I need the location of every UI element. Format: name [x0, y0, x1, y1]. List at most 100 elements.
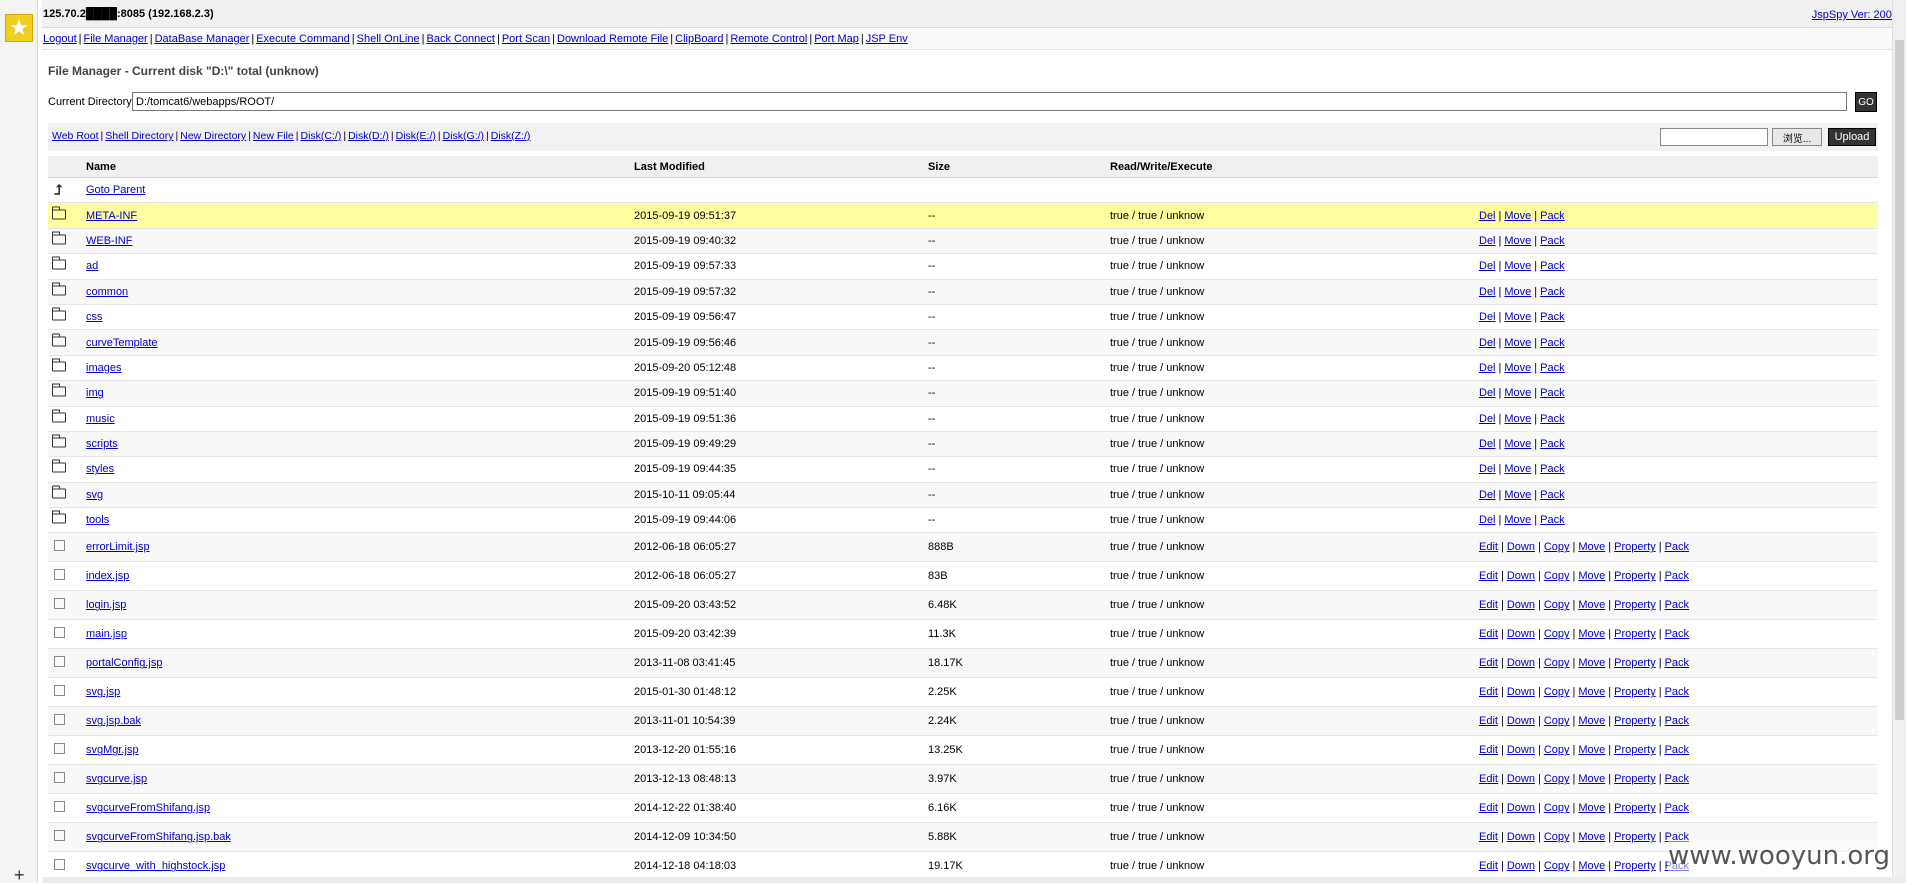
action-property-link[interactable]: Property: [1614, 657, 1656, 669]
file-checkbox[interactable]: [52, 714, 68, 728]
quick-link[interactable]: Disk(Z:/): [491, 130, 531, 142]
action-del-link[interactable]: Del: [1479, 311, 1496, 323]
action-down-link[interactable]: Down: [1507, 860, 1535, 872]
action-edit-link[interactable]: Edit: [1479, 860, 1498, 872]
action-pack-link[interactable]: Pack: [1665, 541, 1689, 553]
action-down-link[interactable]: Down: [1507, 831, 1535, 843]
entry-name-link[interactable]: curveTemplate: [86, 337, 158, 349]
action-copy-link[interactable]: Copy: [1544, 773, 1570, 785]
action-down-link[interactable]: Down: [1507, 686, 1535, 698]
checkbox-box[interactable]: [54, 685, 65, 696]
action-del-link[interactable]: Del: [1479, 235, 1496, 247]
action-pack-link[interactable]: Pack: [1665, 773, 1689, 785]
action-edit-link[interactable]: Edit: [1479, 657, 1498, 669]
action-del-link[interactable]: Del: [1479, 260, 1496, 272]
action-move-link[interactable]: Move: [1578, 686, 1605, 698]
action-pack-link[interactable]: Pack: [1665, 657, 1689, 669]
menu-item[interactable]: DataBase Manager: [155, 33, 250, 45]
star-icon[interactable]: ★: [5, 14, 33, 42]
entry-name-link[interactable]: music: [86, 413, 115, 425]
menu-item[interactable]: Back Connect: [426, 33, 494, 45]
action-move-link[interactable]: Move: [1504, 413, 1531, 425]
entry-name-link[interactable]: scripts: [86, 438, 118, 450]
action-del-link[interactable]: Del: [1479, 463, 1496, 475]
action-del-link[interactable]: Del: [1479, 387, 1496, 399]
action-move-link[interactable]: Move: [1578, 599, 1605, 611]
file-checkbox[interactable]: [52, 859, 68, 873]
file-checkbox[interactable]: [52, 656, 68, 670]
entry-name-link[interactable]: WEB-INF: [86, 235, 132, 247]
entry-name-link[interactable]: META-INF: [86, 210, 137, 222]
action-del-link[interactable]: Del: [1479, 286, 1496, 298]
action-property-link[interactable]: Property: [1614, 628, 1656, 640]
action-pack-link[interactable]: Pack: [1665, 715, 1689, 727]
browse-button[interactable]: 浏览...: [1772, 128, 1822, 146]
action-edit-link[interactable]: Edit: [1479, 686, 1498, 698]
action-del-link[interactable]: Del: [1479, 438, 1496, 450]
entry-name-link[interactable]: tools: [86, 514, 109, 526]
action-edit-link[interactable]: Edit: [1479, 541, 1498, 553]
action-property-link[interactable]: Property: [1614, 860, 1656, 872]
entry-name-link[interactable]: errorLimit.jsp: [86, 541, 150, 553]
file-checkbox[interactable]: [52, 540, 68, 554]
file-checkbox[interactable]: [52, 569, 68, 583]
file-checkbox[interactable]: [52, 801, 68, 815]
action-pack-link[interactable]: Pack: [1540, 489, 1564, 501]
action-move-link[interactable]: Move: [1504, 286, 1531, 298]
action-property-link[interactable]: Property: [1614, 599, 1656, 611]
checkbox-box[interactable]: [54, 772, 65, 783]
checkbox-box[interactable]: [54, 743, 65, 754]
action-edit-link[interactable]: Edit: [1479, 744, 1498, 756]
action-pack-link[interactable]: Pack: [1540, 438, 1564, 450]
file-checkbox[interactable]: [52, 598, 68, 612]
action-down-link[interactable]: Down: [1507, 570, 1535, 582]
action-del-link[interactable]: Del: [1479, 413, 1496, 425]
menu-item[interactable]: Remote Control: [730, 33, 807, 45]
action-pack-link[interactable]: Pack: [1540, 463, 1564, 475]
action-down-link[interactable]: Down: [1507, 744, 1535, 756]
action-property-link[interactable]: Property: [1614, 773, 1656, 785]
action-pack-link[interactable]: Pack: [1665, 686, 1689, 698]
go-button[interactable]: GO: [1855, 92, 1877, 112]
action-edit-link[interactable]: Edit: [1479, 570, 1498, 582]
checkbox-box[interactable]: [54, 830, 65, 841]
goto-parent-link[interactable]: Goto Parent: [86, 184, 145, 196]
menu-item[interactable]: Port Scan: [502, 33, 550, 45]
action-move-link[interactable]: Move: [1578, 657, 1605, 669]
action-down-link[interactable]: Down: [1507, 541, 1535, 553]
quick-link[interactable]: Disk(D:/): [348, 130, 389, 142]
action-pack-link[interactable]: Pack: [1665, 570, 1689, 582]
quick-link[interactable]: New Directory: [180, 130, 246, 142]
action-move-link[interactable]: Move: [1504, 387, 1531, 399]
entry-name-link[interactable]: common: [86, 286, 128, 298]
entry-name-link[interactable]: styles: [86, 463, 114, 475]
action-copy-link[interactable]: Copy: [1544, 802, 1570, 814]
checkbox-box[interactable]: [54, 859, 65, 870]
action-pack-link[interactable]: Pack: [1540, 413, 1564, 425]
action-move-link[interactable]: Move: [1504, 311, 1531, 323]
file-checkbox[interactable]: [52, 743, 68, 757]
action-pack-link[interactable]: Pack: [1540, 210, 1564, 222]
action-del-link[interactable]: Del: [1479, 514, 1496, 526]
action-move-link[interactable]: Move: [1504, 362, 1531, 374]
entry-name-link[interactable]: svgcurveFromShifang.jsp.bak: [86, 831, 231, 843]
action-move-link[interactable]: Move: [1504, 210, 1531, 222]
checkbox-box[interactable]: [54, 598, 65, 609]
plus-icon[interactable]: +: [14, 868, 25, 882]
menu-item[interactable]: ClipBoard: [675, 33, 723, 45]
file-checkbox[interactable]: [52, 627, 68, 641]
horizontal-scrollbar[interactable]: [42, 877, 1906, 883]
action-down-link[interactable]: Down: [1507, 773, 1535, 785]
entry-name-link[interactable]: main.jsp: [86, 628, 127, 640]
action-down-link[interactable]: Down: [1507, 599, 1535, 611]
quick-link[interactable]: Disk(C:/): [301, 130, 342, 142]
action-move-link[interactable]: Move: [1578, 744, 1605, 756]
action-pack-link[interactable]: Pack: [1540, 311, 1564, 323]
action-pack-link[interactable]: Pack: [1665, 802, 1689, 814]
entry-name-link[interactable]: svgcurve.jsp: [86, 773, 147, 785]
action-property-link[interactable]: Property: [1614, 831, 1656, 843]
file-checkbox[interactable]: [52, 685, 68, 699]
checkbox-box[interactable]: [54, 569, 65, 580]
action-move-link[interactable]: Move: [1578, 715, 1605, 727]
action-pack-link[interactable]: Pack: [1540, 387, 1564, 399]
